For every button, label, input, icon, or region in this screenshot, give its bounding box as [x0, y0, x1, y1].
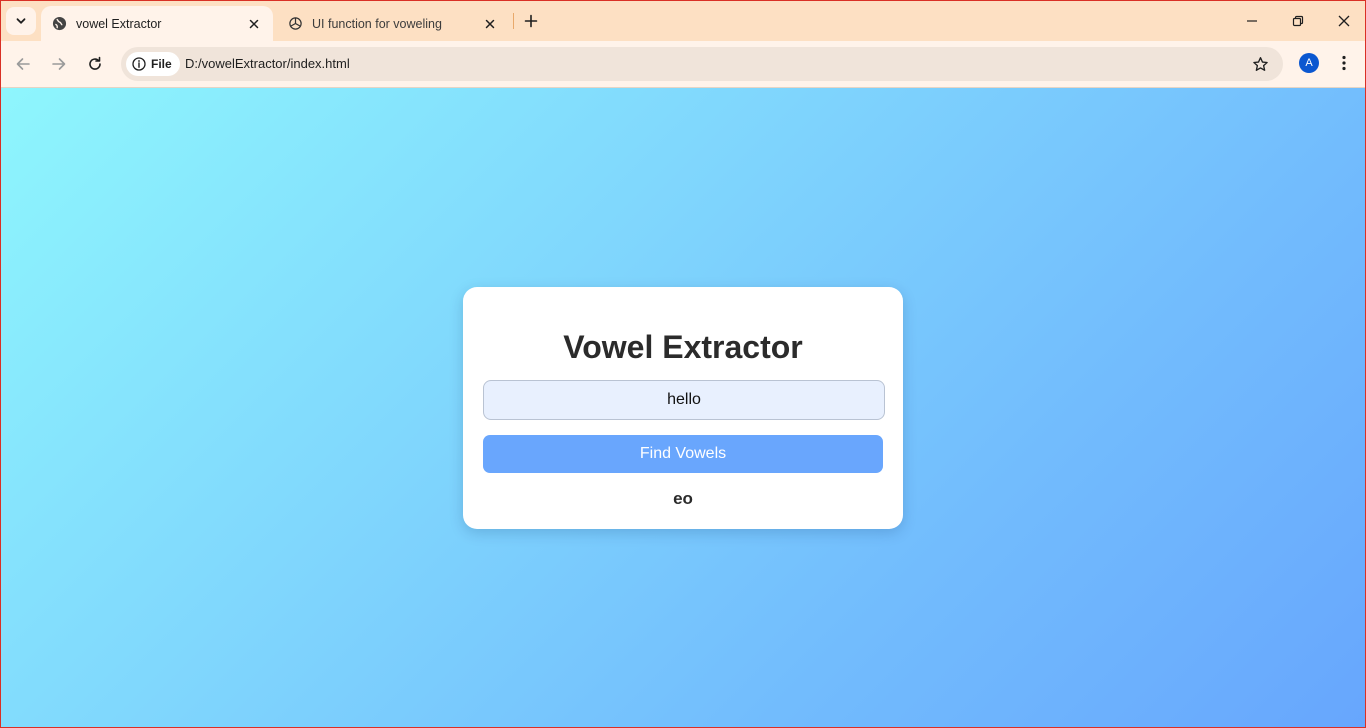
browser-window: vowel Extractor UI function for voweling [0, 0, 1366, 728]
site-info-label: File [151, 57, 172, 71]
tab-separator [513, 13, 514, 29]
address-bar[interactable]: File D:/vowelExtractor/index.html [121, 47, 1283, 81]
minimize-button[interactable] [1229, 1, 1275, 41]
site-info-chip[interactable]: File [126, 52, 180, 76]
tab-vowel-extractor[interactable]: vowel Extractor [41, 6, 273, 41]
close-icon [1338, 15, 1350, 27]
page-viewport: Vowel Extractor Find Vowels eo [1, 88, 1365, 727]
profile-initial: A [1305, 57, 1313, 69]
tab-search-button[interactable] [6, 7, 36, 35]
plus-icon [524, 14, 538, 28]
restore-button[interactable] [1275, 1, 1321, 41]
globe-icon [51, 16, 67, 32]
find-vowels-button[interactable]: Find Vowels [483, 435, 883, 473]
browser-toolbar: File D:/vowelExtractor/index.html A [1, 41, 1365, 88]
kebab-menu-icon [1342, 55, 1346, 71]
openai-icon [287, 16, 303, 32]
arrow-right-icon [51, 56, 67, 72]
vowel-extractor-card: Vowel Extractor Find Vowels eo [463, 287, 903, 529]
back-button[interactable] [9, 50, 37, 78]
tab-title: UI function for voweling [312, 16, 442, 31]
chevron-down-icon [15, 15, 27, 27]
url-text[interactable]: D:/vowelExtractor/index.html [185, 56, 350, 71]
forward-button[interactable] [45, 50, 73, 78]
vowel-result: eo [673, 489, 693, 508]
restore-icon [1292, 15, 1304, 27]
info-icon [132, 57, 146, 71]
reload-button[interactable] [81, 50, 109, 78]
word-input[interactable] [483, 380, 885, 420]
tab-strip: vowel Extractor UI function for voweling [1, 1, 1365, 41]
close-window-button[interactable] [1321, 1, 1365, 41]
tab-ui-function-for-voweling[interactable]: UI function for voweling [277, 6, 509, 41]
profile-avatar[interactable]: A [1299, 53, 1319, 73]
minimize-icon [1246, 15, 1258, 27]
browser-menu-button[interactable] [1334, 51, 1354, 75]
page-title: Vowel Extractor [563, 329, 803, 365]
reload-icon [87, 56, 103, 72]
arrow-left-icon [15, 56, 31, 72]
tab-title: vowel Extractor [76, 16, 162, 31]
new-tab-button[interactable] [520, 10, 542, 32]
close-tab-icon[interactable] [481, 15, 499, 33]
bookmark-star-icon[interactable] [1251, 55, 1269, 73]
close-tab-icon[interactable] [245, 15, 263, 33]
